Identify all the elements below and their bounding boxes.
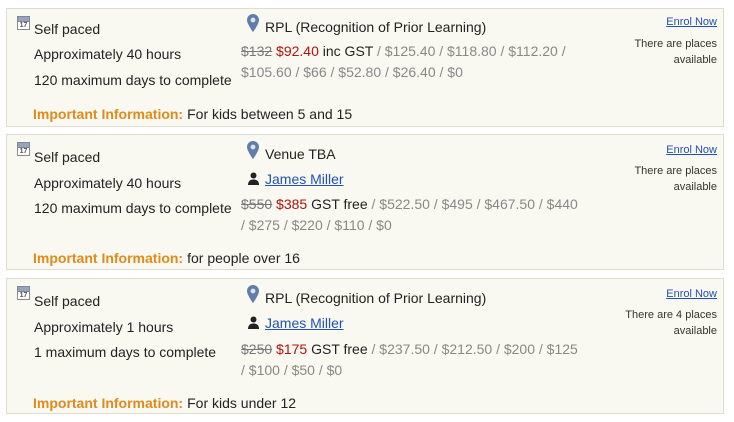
map-pin-icon [247,141,259,159]
price-tiers-continued: / $275 / $220 / $110 / $0 [241,217,392,233]
person-icon [248,316,259,329]
price-tiers-continued: / $100 / $50 / $0 [241,362,343,378]
price-tiers-continued: $105.60 / $66 / $52.80 / $26.40 / $0 [241,64,463,80]
enrol-now-link[interactable]: Enrol Now [666,288,717,300]
gst-label: inc GST [322,43,374,59]
gst-label: GST free [311,341,368,357]
person-icon [248,172,259,185]
course-max-days: 120 maximum days to complete [34,200,232,216]
course-pace: Self paced [34,293,101,309]
price-tiers: / $237.50 / $212.50 / $200 / $125 [371,341,578,357]
course-max-days: 1 maximum days to complete [34,344,217,360]
course-duration: Approximately 40 hours [34,46,182,62]
price-block: $132 $92.40 inc GST / $125.40 / $118.80 … [241,41,601,83]
important-label: Important Information: [33,395,184,411]
course-max-days: 120 maximum days to complete [34,72,232,88]
trainer-link[interactable]: James Miller [265,171,344,187]
important-text: For kids between 5 and 15 [187,106,353,122]
enrol-now-link[interactable]: Enrol Now [666,144,717,156]
course-pace: Self paced [34,149,101,165]
sale-price: $92.40 [276,43,319,59]
price-block: $550 $385 GST free / $522.50 / $495 / $4… [241,194,601,236]
course-card-1: 17 Self paced Approximately 40 hours 120… [6,8,724,127]
course-card-3: 17 Self paced Approximately 1 hours 1 ma… [6,278,724,414]
important-label: Important Information: [33,250,184,266]
course-pace: Self paced [34,21,101,37]
places-available: There are 4 places available [625,309,717,337]
course-duration: Approximately 1 hours [34,319,174,335]
important-text: for people over 16 [187,250,300,266]
important-text: For kids under 12 [187,395,297,411]
original-price: $132 [241,43,273,59]
places-available: There are places available [634,165,717,193]
trainer-link[interactable]: James Miller [265,315,344,331]
calendar-icon: 17 [17,142,30,156]
places-available: There are places available [634,38,717,66]
sale-price: $175 [276,341,308,357]
course-location: Venue TBA [265,146,336,162]
enrol-now-link[interactable]: Enrol Now [666,16,717,28]
course-location: RPL (Recognition of Prior Learning) [265,290,487,306]
calendar-icon: 17 [17,286,30,300]
price-tiers: / $522.50 / $495 / $467.50 / $440 [371,196,578,212]
price-block: $250 $175 GST free / $237.50 / $212.50 /… [241,339,601,381]
important-information: Important Information: for people over 16 [33,250,300,266]
map-pin-icon [247,14,259,32]
gst-label: GST free [311,196,368,212]
sale-price: $385 [276,196,308,212]
important-information: Important Information: For kids under 12 [33,395,296,411]
course-card-2: 17 Self paced Approximately 40 hours 120… [6,134,724,270]
price-tiers: / $125.40 / $118.80 / $112.20 / [376,43,566,59]
calendar-icon: 17 [17,16,30,30]
original-price: $550 [241,196,273,212]
course-location: RPL (Recognition of Prior Learning) [265,19,487,35]
important-information: Important Information: For kids between 5… [33,106,352,122]
map-pin-icon [247,285,259,303]
important-label: Important Information: [33,106,184,122]
course-duration: Approximately 40 hours [34,175,182,191]
original-price: $250 [241,341,273,357]
